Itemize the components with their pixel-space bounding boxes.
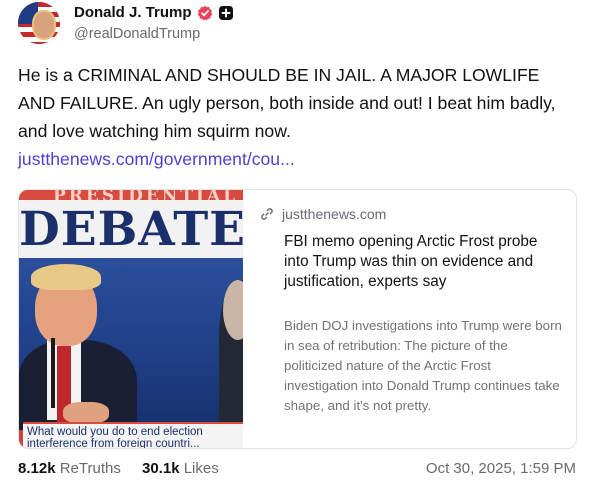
image-speaker-hair	[31, 264, 101, 290]
author-display-name[interactable]: Donald J. Trump	[74, 4, 192, 21]
author-handle[interactable]: @realDonaldTrump	[74, 26, 200, 42]
avatar-face	[32, 10, 56, 40]
link-preview-card[interactable]: PRESIDENTIAL DEBATE What would you do to…	[18, 189, 577, 449]
post-timestamp[interactable]: Oct 30, 2025, 1:59 PM	[426, 460, 576, 477]
card-description: Biden DOJ investigations into Trump were…	[284, 318, 562, 413]
post-link[interactable]: justthenews.com/government/cou...	[18, 145, 295, 173]
post-footer: 8.12k ReTruths 30.1k Likes Oct 30, 2025,…	[18, 460, 576, 480]
image-caption-line-2: interference from foreign countri...	[27, 438, 200, 448]
retruths-stat[interactable]: 8.12k ReTruths	[18, 460, 121, 477]
likes-label: Likes	[183, 460, 219, 477]
card-title[interactable]: FBI memo opening Arctic Frost probe into…	[284, 232, 554, 292]
plus-square-icon	[218, 5, 234, 21]
retruths-label: ReTruths	[59, 460, 121, 477]
image-speaker-hand	[63, 402, 109, 424]
likes-stat[interactable]: 30.1k Likes	[142, 460, 219, 477]
card-thumbnail-image[interactable]: PRESIDENTIAL DEBATE What would you do to…	[19, 190, 243, 448]
image-headline-text: DEBATE	[19, 202, 243, 257]
card-domain-row: justthenews.com	[260, 206, 386, 222]
image-caption-bar: What would you do to end election interf…	[23, 422, 243, 448]
image-caption-line-1: What would you do to end election	[27, 426, 203, 438]
post-header: Donald J. Trump @realDonaldTrump	[18, 2, 578, 44]
likes-count: 30.1k	[142, 460, 180, 477]
post-body-text: He is a CRIMINAL AND SHOULD BE IN JAIL. …	[18, 65, 556, 141]
image-caption-text: What would you do to end election interf…	[27, 426, 203, 448]
verified-badge-icon	[197, 5, 213, 21]
name-row: Donald J. Trump	[74, 4, 234, 21]
link-chain-icon	[260, 207, 274, 221]
avatar[interactable]	[18, 2, 60, 44]
retruths-count: 8.12k	[18, 460, 56, 477]
image-microphone	[51, 338, 55, 408]
card-domain: justthenews.com	[282, 206, 387, 222]
